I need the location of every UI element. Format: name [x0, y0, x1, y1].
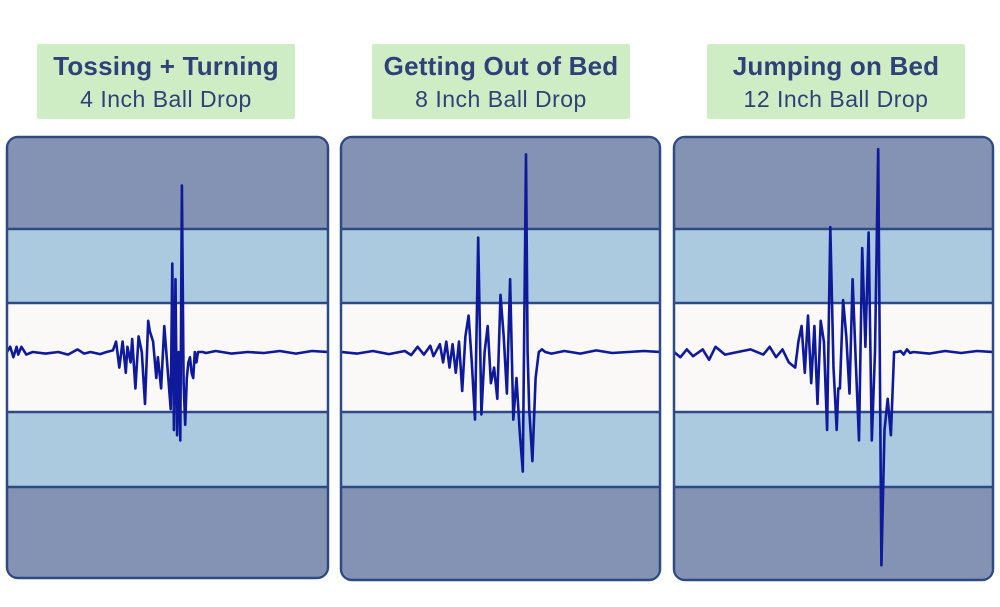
band-high-0 [8, 138, 327, 229]
band-high-0 [675, 138, 992, 229]
waveform-panel-jumping-on-bed [672, 135, 995, 582]
waveform-panel-getting-out-of-bed [339, 135, 662, 582]
band-high-0 [342, 138, 659, 229]
band-medium-1 [8, 229, 327, 303]
waveform-panels [5, 135, 995, 582]
band-medium-1 [342, 229, 659, 303]
band-high-4 [342, 487, 659, 579]
band-high-4 [675, 487, 992, 579]
band-medium-3 [342, 412, 659, 487]
band-medium-3 [675, 412, 992, 487]
waveform-panel-tossing-turning [5, 135, 330, 580]
band-medium-3 [8, 412, 327, 487]
band-medium-1 [675, 229, 992, 303]
band-high-4 [8, 487, 327, 577]
